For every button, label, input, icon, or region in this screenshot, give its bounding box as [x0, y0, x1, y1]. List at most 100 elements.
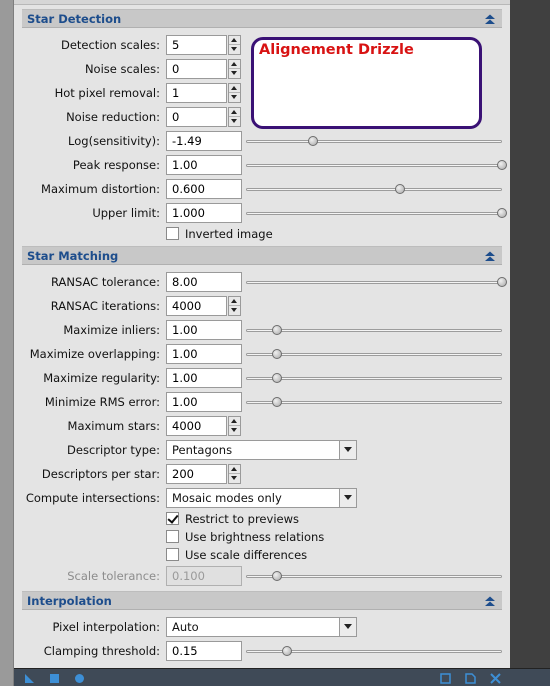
- maximum-stars-input[interactable]: 4000: [166, 416, 227, 436]
- maximum-distortion-input[interactable]: 0.600: [166, 179, 242, 199]
- slider-track: [246, 401, 502, 404]
- restrict-to-previews-checkbox[interactable]: [166, 512, 179, 525]
- maximum-stars-spinner[interactable]: [228, 416, 241, 436]
- annotation-box: Alignement Drizzle: [251, 37, 482, 129]
- browse-documentation-icon[interactable]: [440, 673, 451, 684]
- spin-down-arrow-icon[interactable]: [229, 93, 240, 102]
- chevron-down-icon[interactable]: [339, 618, 356, 636]
- ransac-tolerance-input[interactable]: 8.00: [166, 272, 242, 292]
- clamping-threshold-input[interactable]: 0.15: [166, 641, 242, 661]
- detection-scales-label: Detection scales:: [60, 38, 160, 52]
- compute-intersections-label: Compute intersections:: [25, 491, 160, 505]
- noise-scales-spinner[interactable]: [228, 59, 241, 79]
- peak-response-slider[interactable]: [246, 160, 507, 170]
- spin-down-arrow-icon[interactable]: [229, 426, 240, 435]
- maximize-regularity-slider[interactable]: [246, 373, 502, 383]
- noise-scales-input[interactable]: 0: [166, 59, 227, 79]
- slider-handle[interactable]: [497, 160, 507, 170]
- log-sensitivity-input[interactable]: -1.49: [166, 131, 242, 151]
- slider-handle[interactable]: [271, 373, 282, 383]
- window-left-edge: [0, 0, 14, 686]
- reset-icon[interactable]: [490, 673, 501, 684]
- descriptors-per-star-spinner[interactable]: [228, 464, 241, 484]
- use-scale-differences-checkbox[interactable]: [166, 548, 179, 561]
- maximize-regularity-input[interactable]: 1.00: [166, 368, 242, 388]
- ransac-tolerance-slider[interactable]: [246, 277, 507, 287]
- hot-pixel-removal-input[interactable]: 1: [166, 83, 227, 103]
- noise-reduction-label: Noise reduction:: [66, 110, 160, 124]
- detection-scales-spinner[interactable]: [228, 35, 241, 55]
- spin-up-arrow-icon[interactable]: [229, 417, 240, 426]
- upper-limit-slider[interactable]: [246, 208, 507, 218]
- use-brightness-relations-checkbox[interactable]: [166, 530, 179, 543]
- maximize-overlapping-slider[interactable]: [246, 349, 502, 359]
- restrict-to-previews-label: Restrict to previews: [185, 512, 299, 526]
- slider-handle[interactable]: [271, 397, 282, 407]
- section-header-star-matching[interactable]: Star Matching: [22, 246, 502, 265]
- spin-down-arrow-icon[interactable]: [229, 45, 240, 54]
- clamping-threshold-slider[interactable]: [246, 646, 502, 656]
- compute-intersections-value: Mosaic modes only: [172, 491, 282, 505]
- maximum-distortion-slider[interactable]: [246, 184, 502, 194]
- new-instance-triangle-icon[interactable]: [24, 673, 35, 684]
- descriptor-type-select[interactable]: Pentagons: [166, 440, 357, 460]
- compute-intersections-select[interactable]: Mosaic modes only: [166, 488, 357, 508]
- slider-handle[interactable]: [271, 325, 282, 335]
- descriptors-per-star-label: Descriptors per star:: [41, 467, 160, 481]
- slider-handle[interactable]: [307, 136, 318, 146]
- spin-up-arrow-icon[interactable]: [229, 60, 240, 69]
- spin-down-arrow-icon[interactable]: [229, 69, 240, 78]
- ransac-iterations-input[interactable]: 4000: [166, 296, 227, 316]
- spin-down-arrow-icon[interactable]: [229, 306, 240, 315]
- maximize-inliers-slider[interactable]: [246, 325, 502, 335]
- collapse-up-icon[interactable]: [484, 250, 496, 262]
- descriptor-type-label: Descriptor type:: [67, 443, 160, 457]
- inverted-image-label: Inverted image: [185, 227, 273, 241]
- maximize-inliers-input[interactable]: 1.00: [166, 320, 242, 340]
- slider-handle[interactable]: [497, 208, 507, 218]
- slider-track: [246, 164, 502, 167]
- pixel-interpolation-select[interactable]: Auto: [166, 617, 357, 637]
- noise-reduction-input[interactable]: 0: [166, 107, 227, 127]
- hot-pixel-removal-label: Hot pixel removal:: [54, 86, 160, 100]
- apply-circle-icon[interactable]: [74, 673, 85, 684]
- hot-pixel-removal-spinner[interactable]: [228, 83, 241, 103]
- slider-handle[interactable]: [281, 646, 292, 656]
- log-sensitivity-slider[interactable]: [246, 136, 502, 146]
- noise-reduction-spinner[interactable]: [228, 107, 241, 127]
- slider-handle[interactable]: [497, 277, 507, 287]
- collapse-up-icon[interactable]: [484, 13, 496, 25]
- panel-top-edge: [14, 0, 510, 5]
- spin-down-arrow-icon[interactable]: [229, 117, 240, 126]
- maximize-overlapping-input[interactable]: 1.00: [166, 344, 242, 364]
- detection-scales-input[interactable]: 5: [166, 35, 227, 55]
- spin-up-arrow-icon[interactable]: [229, 465, 240, 474]
- inverted-image-checkbox[interactable]: [166, 227, 179, 240]
- section-header-interpolation[interactable]: Interpolation: [22, 591, 502, 610]
- slider-track: [246, 212, 502, 215]
- collapse-up-icon[interactable]: [484, 595, 496, 607]
- chevron-down-icon[interactable]: [339, 441, 356, 459]
- maximum-stars-label: Maximum stars:: [67, 419, 160, 433]
- spin-down-arrow-icon[interactable]: [229, 474, 240, 483]
- ransac-iterations-spinner[interactable]: [228, 296, 241, 316]
- spin-up-arrow-icon[interactable]: [229, 297, 240, 306]
- spin-up-arrow-icon[interactable]: [229, 36, 240, 45]
- slider-handle[interactable]: [271, 349, 282, 359]
- upper-limit-input[interactable]: 1.000: [166, 203, 242, 223]
- apply-global-square-icon[interactable]: [49, 673, 60, 684]
- edit-document-icon[interactable]: [465, 673, 476, 684]
- use-brightness-relations-label: Use brightness relations: [185, 530, 325, 544]
- spin-up-arrow-icon[interactable]: [229, 84, 240, 93]
- minimize-rms-error-input[interactable]: 1.00: [166, 392, 242, 412]
- chevron-down-icon[interactable]: [339, 489, 356, 507]
- slider-handle[interactable]: [394, 184, 405, 194]
- descriptors-per-star-input[interactable]: 200: [166, 464, 227, 484]
- section-header-star-detection[interactable]: Star Detection: [22, 9, 502, 28]
- minimize-rms-error-slider[interactable]: [246, 397, 502, 407]
- descriptor-type-value: Pentagons: [172, 443, 233, 457]
- bottom-toolbar: [14, 668, 550, 686]
- slider-track: [246, 575, 502, 578]
- spin-up-arrow-icon[interactable]: [229, 108, 240, 117]
- peak-response-input[interactable]: 1.00: [166, 155, 242, 175]
